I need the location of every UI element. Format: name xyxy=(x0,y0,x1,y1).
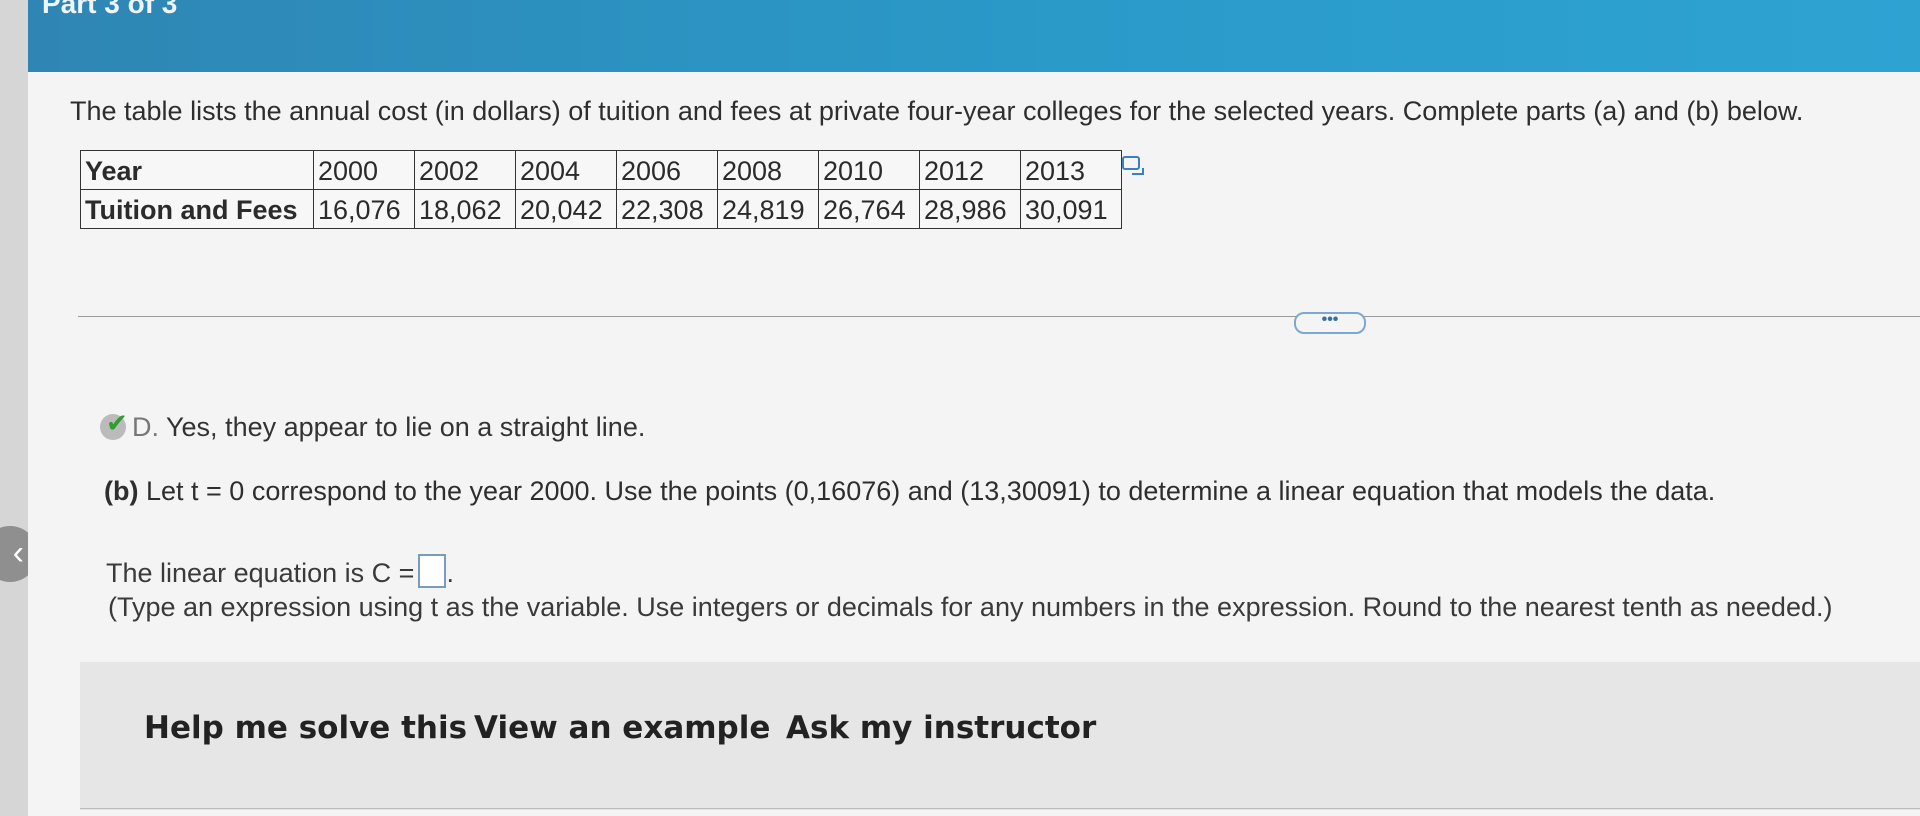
table-row: Year 2000 2002 2004 2006 2008 2010 2012 … xyxy=(80,150,1122,190)
year-cell: 2000 xyxy=(313,150,415,190)
cost-cell: 18,062 xyxy=(414,189,516,229)
checkmark-icon xyxy=(100,408,128,440)
year-cell: 2013 xyxy=(1020,150,1122,190)
equation-answer-input[interactable] xyxy=(418,554,447,588)
expand-more-button[interactable]: ••• xyxy=(1294,312,1366,334)
part-label: Part 3 of 3 xyxy=(42,0,178,19)
cost-cell: 20,042 xyxy=(515,189,617,229)
cost-cell: 26,764 xyxy=(818,189,920,229)
chevron-left-icon: ‹ xyxy=(12,534,24,572)
year-cell: 2006 xyxy=(616,150,718,190)
cost-cell: 30,091 xyxy=(1020,189,1122,229)
question-prompt: The table lists the annual cost (in doll… xyxy=(70,96,1804,126)
year-cell: 2012 xyxy=(919,150,1021,190)
bottom-rule xyxy=(80,808,1920,809)
row-label-tuition: Tuition and Fees xyxy=(80,189,314,229)
row-label-year: Year xyxy=(80,150,314,190)
help-me-solve-button[interactable]: Help me solve this xyxy=(144,710,467,746)
answer-text: Yes, they appear to lie on a straight li… xyxy=(166,412,646,442)
part-b-text: Let t = 0 correspond to the year 2000. U… xyxy=(146,476,1716,506)
left-strip xyxy=(0,0,28,816)
answer-hint: (Type an expression using t as the varia… xyxy=(108,592,1833,622)
ask-instructor-button[interactable]: Ask my instructor xyxy=(786,710,1096,746)
copy-table-icon[interactable] xyxy=(1122,156,1144,175)
view-example-button[interactable]: View an example xyxy=(474,710,770,746)
cost-cell: 24,819 xyxy=(717,189,819,229)
table-row: Tuition and Fees 16,076 18,062 20,042 22… xyxy=(80,189,1122,229)
cost-cell: 22,308 xyxy=(616,189,718,229)
section-divider xyxy=(78,316,1920,317)
header-bar: Part 3 of 3 xyxy=(28,0,1920,72)
part-b-question: (b) Let t = 0 correspond to the year 200… xyxy=(104,476,1715,507)
year-cell: 2002 xyxy=(414,150,516,190)
year-cell: 2010 xyxy=(818,150,920,190)
part-a-answer: D. Yes, they appear to lie on a straight… xyxy=(100,408,646,443)
year-cell: 2008 xyxy=(717,150,819,190)
part-b-label: (b) xyxy=(104,476,139,506)
answer-letter: D. xyxy=(132,412,159,442)
cost-cell: 16,076 xyxy=(313,189,415,229)
equation-prefix: The linear equation is C = xyxy=(106,558,415,588)
year-cell: 2004 xyxy=(515,150,617,190)
equation-line: The linear equation is C =. xyxy=(106,554,454,589)
cost-cell: 28,986 xyxy=(919,189,1021,229)
data-table: Year 2000 2002 2004 2006 2008 2010 2012 … xyxy=(80,150,1122,229)
